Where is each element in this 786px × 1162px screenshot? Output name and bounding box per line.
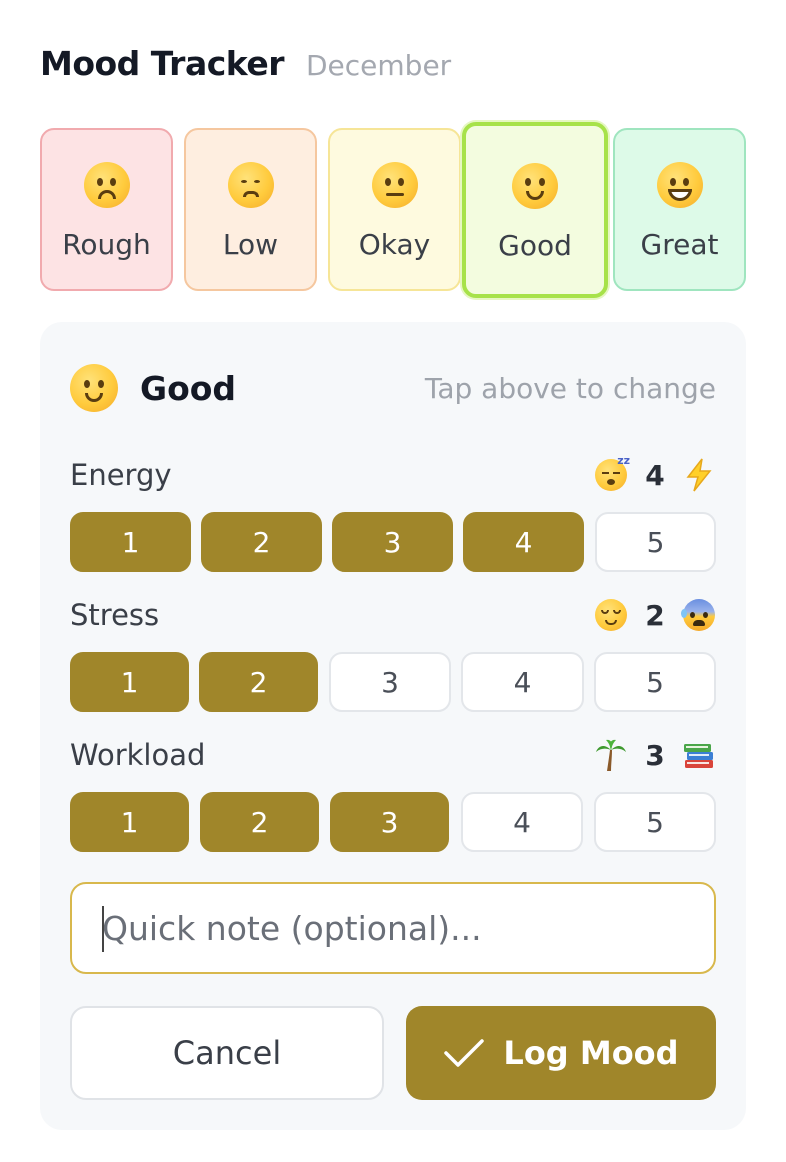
workload-option-1[interactable]: 1 bbox=[70, 792, 189, 852]
note-input[interactable] bbox=[102, 908, 692, 948]
metric-stress-header: Stress 2 bbox=[70, 598, 716, 632]
frowning-face-icon bbox=[83, 162, 130, 208]
lightning-icon bbox=[682, 458, 716, 492]
stress-option-4[interactable]: 4 bbox=[461, 652, 584, 712]
books-icon bbox=[682, 738, 716, 772]
slightly-smiling-face-icon bbox=[512, 162, 558, 209]
page-title: Mood Tracker bbox=[40, 44, 285, 83]
metric-value: 4 bbox=[645, 458, 665, 492]
log-mood-button[interactable]: Log Mood bbox=[406, 1006, 716, 1100]
mood-option-okay[interactable]: Okay bbox=[328, 128, 461, 291]
pensive-face-icon bbox=[227, 162, 274, 208]
grinning-face-icon bbox=[656, 162, 703, 208]
log-mood-label: Log Mood bbox=[503, 1034, 679, 1072]
relieved-face-icon bbox=[594, 598, 628, 632]
stress-scale: 1 2 3 4 5 bbox=[70, 652, 716, 712]
workload-option-3[interactable]: 3 bbox=[330, 792, 449, 852]
workload-scale: 1 2 3 4 5 bbox=[70, 792, 716, 852]
mood-details-panel: Good Tap above to change Energy zz 4 1 2… bbox=[40, 322, 746, 1130]
energy-scale: 1 2 3 4 5 bbox=[70, 512, 716, 572]
mood-label: Okay bbox=[358, 228, 431, 261]
anxious-face-icon bbox=[681, 598, 716, 632]
neutral-face-icon bbox=[371, 162, 418, 208]
energy-option-5[interactable]: 5 bbox=[595, 512, 716, 572]
palm-tree-icon bbox=[594, 738, 628, 772]
metric-energy-header: Energy zz 4 bbox=[70, 454, 716, 492]
mood-option-rough[interactable]: Rough bbox=[40, 128, 173, 291]
energy-option-1[interactable]: 1 bbox=[70, 512, 191, 572]
selected-mood-label: Good bbox=[140, 368, 237, 408]
workload-option-4[interactable]: 4 bbox=[461, 792, 583, 852]
workload-option-5[interactable]: 5 bbox=[594, 792, 716, 852]
mood-option-good[interactable]: Good bbox=[462, 122, 608, 298]
mood-option-great[interactable]: Great bbox=[613, 128, 746, 291]
stress-option-2[interactable]: 2 bbox=[199, 652, 318, 712]
mood-label: Rough bbox=[62, 228, 151, 261]
energy-option-2[interactable]: 2 bbox=[201, 512, 322, 572]
metric-name: Workload bbox=[70, 738, 206, 772]
mood-label: Great bbox=[640, 228, 719, 261]
slightly-smiling-face-icon bbox=[70, 364, 118, 412]
metric-value: 3 bbox=[645, 738, 665, 772]
mood-option-low[interactable]: Low bbox=[184, 128, 317, 291]
workload-option-2[interactable]: 2 bbox=[200, 792, 319, 852]
note-field[interactable] bbox=[70, 882, 716, 974]
text-caret bbox=[102, 906, 104, 952]
checkmark-icon bbox=[443, 1038, 485, 1068]
energy-option-3[interactable]: 3 bbox=[332, 512, 453, 572]
cancel-button[interactable]: Cancel bbox=[70, 1006, 384, 1100]
mood-label: Low bbox=[222, 228, 279, 261]
mood-selector: Rough Low Okay Good Great bbox=[40, 122, 746, 298]
metric-value: 2 bbox=[645, 598, 665, 632]
metric-workload-header: Workload 3 bbox=[70, 738, 716, 772]
metric-name: Energy bbox=[70, 458, 172, 492]
change-hint: Tap above to change bbox=[424, 371, 716, 405]
selected-mood-row: Good Tap above to change bbox=[70, 364, 716, 412]
sleepy-face-icon: zz bbox=[594, 454, 630, 492]
energy-option-4[interactable]: 4 bbox=[463, 512, 584, 572]
month-label: December bbox=[306, 49, 452, 82]
header: Mood Tracker December bbox=[40, 44, 451, 83]
mood-label: Good bbox=[498, 228, 572, 262]
stress-option-3[interactable]: 3 bbox=[329, 652, 451, 712]
metric-name: Stress bbox=[70, 598, 160, 632]
stress-option-5[interactable]: 5 bbox=[594, 652, 716, 712]
stress-option-1[interactable]: 1 bbox=[70, 652, 189, 712]
